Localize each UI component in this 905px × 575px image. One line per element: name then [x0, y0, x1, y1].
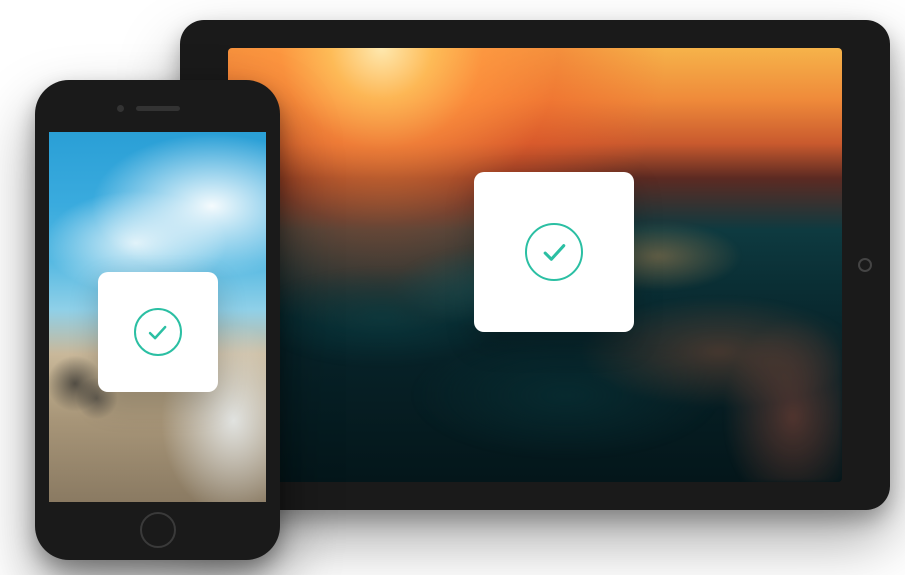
device-mockup-stage: [0, 0, 905, 575]
tablet-success-card: [474, 172, 634, 332]
check-circle-icon: [134, 308, 182, 356]
tablet-screen: [228, 48, 842, 482]
tablet-home-button[interactable]: [858, 258, 872, 272]
phone-success-card: [98, 272, 218, 392]
tablet-device: [180, 20, 890, 510]
phone-home-button[interactable]: [140, 512, 176, 548]
phone-screen: [49, 132, 266, 502]
phone-device: [35, 80, 280, 560]
check-circle-icon: [525, 223, 583, 281]
phone-speaker: [136, 106, 180, 111]
phone-camera-dot: [117, 105, 124, 112]
